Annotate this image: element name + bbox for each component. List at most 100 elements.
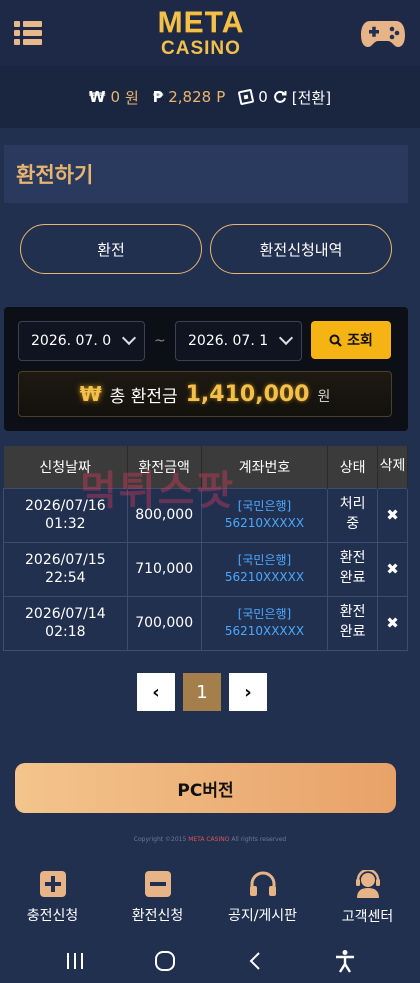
row-date-time: 01:32 xyxy=(45,516,86,532)
tab-exchange-history[interactable]: 환전신청내역 xyxy=(210,224,392,274)
menu-icon[interactable] xyxy=(14,21,42,45)
nav-support-label: 고객센터 xyxy=(341,909,394,925)
row-date-day: 2026/07/15 xyxy=(25,551,106,568)
chevron-down-icon xyxy=(121,330,137,346)
point-unit: P xyxy=(216,88,226,106)
search-button-label: 조회 xyxy=(347,333,373,349)
copyright-suffix: All rights reserved xyxy=(229,836,287,843)
total-label: 총 환전금 xyxy=(109,386,178,407)
copyright-brand: META CASINO xyxy=(188,836,230,843)
chip-icon xyxy=(237,88,255,106)
nav-deposit[interactable]: 충전신청 xyxy=(3,871,103,925)
point-balance: ₱ 2,828 P xyxy=(153,88,225,106)
chip-balance: 0 [전환] xyxy=(237,87,331,108)
total-exchange-box: ₩ 총 환전금 1,410,000 원 xyxy=(18,371,392,417)
balance-bar: ₩ 0 원 ₱ 2,828 P 0 [전환] xyxy=(0,66,420,128)
row-date-time: 02:18 xyxy=(45,624,86,640)
date-separator: ~ xyxy=(154,333,166,349)
headphones-icon xyxy=(249,871,276,896)
row-status-line2: 완료 xyxy=(339,624,366,640)
row-account-number: 56210XXXXX xyxy=(224,516,305,530)
copyright-prefix: Copyright ©2015 xyxy=(133,836,189,843)
nav-notice-label: 공지/게시판 xyxy=(227,908,298,924)
table-row: 2026/07/14 02:18 700,000 [국민은행] 56210XXX… xyxy=(3,595,408,651)
system-nav-bar xyxy=(0,938,420,983)
pagination: ‹ 1 › xyxy=(137,673,267,711)
point-symbol: ₱ xyxy=(152,88,164,106)
tab-exchange[interactable]: 환전 xyxy=(20,224,202,274)
exchange-history-table: 신청날짜 환전금액 계좌번호 상태 삭제 2026/07/16 01:32 80… xyxy=(3,446,408,651)
delete-icon[interactable]: ✖ xyxy=(386,560,399,578)
row-account: [국민은행] 56210XXXXX xyxy=(200,541,329,597)
row-status-line1: 환전 xyxy=(339,604,366,621)
row-account: [국민은행] 56210XXXXX xyxy=(200,487,329,543)
search-icon xyxy=(329,334,342,347)
nav-withdraw[interactable]: 환전신청 xyxy=(108,871,208,925)
end-date-value: 2026. 07. 1 xyxy=(188,333,269,349)
table-header-row: 신청날짜 환전금액 계좌번호 상태 삭제 xyxy=(3,446,408,488)
row-date: 2026/07/15 22:54 xyxy=(3,541,128,597)
row-date: 2026/07/14 02:18 xyxy=(3,595,128,651)
header-date: 신청날짜 xyxy=(3,446,128,488)
search-button[interactable]: 조회 xyxy=(311,321,391,359)
minus-square-icon xyxy=(144,871,171,897)
support-agent-icon xyxy=(355,870,380,898)
won-icon: ₩ xyxy=(79,382,102,406)
won-unit: 원 xyxy=(124,88,139,107)
app-header: META CASINO xyxy=(0,0,420,66)
header-account: 계좌번호 xyxy=(201,446,329,488)
row-bank: [국민은행] xyxy=(237,499,292,514)
table-row: 2026/07/16 01:32 800,000 [국민은행] 56210XXX… xyxy=(3,487,408,543)
row-account-number: 56210XXXXX xyxy=(224,624,305,638)
page-title-box: 환전하기 xyxy=(4,145,408,203)
row-status-line2: 완료 xyxy=(339,570,366,586)
chip-value: 0 xyxy=(258,88,268,106)
row-amount: 800,000 xyxy=(126,487,202,543)
nav-withdraw-label: 환전신청 xyxy=(131,908,184,924)
row-bank: [국민은행] xyxy=(237,553,292,568)
page-1-button[interactable]: 1 xyxy=(183,673,221,711)
convert-button[interactable]: [전환] xyxy=(292,87,331,108)
gamepad-icon[interactable] xyxy=(360,17,406,49)
row-account-number: 56210XXXXX xyxy=(224,570,305,584)
accessibility-icon[interactable] xyxy=(330,946,360,976)
won-value: 0 xyxy=(110,88,120,106)
row-delete: ✖ xyxy=(377,595,408,651)
row-date: 2026/07/16 01:32 xyxy=(3,487,128,543)
logo-line2: CASINO xyxy=(161,38,241,59)
header-status: 상태 xyxy=(327,446,379,488)
end-date-select[interactable]: 2026. 07. 1 xyxy=(175,321,302,361)
next-page-button[interactable]: › xyxy=(229,673,267,711)
pc-version-button[interactable]: PC버전 xyxy=(15,763,396,813)
plus-square-icon xyxy=(39,871,66,897)
table-row: 2026/07/15 22:54 710,000 [국민은행] 56210XXX… xyxy=(3,541,408,597)
row-delete: ✖ xyxy=(377,487,408,543)
home-icon[interactable] xyxy=(150,946,180,976)
start-date-select[interactable]: 2026. 07. 0 xyxy=(18,321,145,361)
row-status: 처리 중 xyxy=(327,487,379,543)
row-status-line2: 중 xyxy=(346,516,360,532)
refresh-icon[interactable] xyxy=(273,90,287,104)
delete-icon[interactable]: ✖ xyxy=(386,614,399,632)
nav-notice[interactable]: 공지/게시판 xyxy=(213,871,313,925)
row-amount: 700,000 xyxy=(126,595,202,651)
header-delete: 삭제 xyxy=(377,446,408,488)
total-unit: 원 xyxy=(317,389,331,405)
prev-page-button[interactable]: ‹ xyxy=(137,673,175,711)
row-bank: [국민은행] xyxy=(237,607,292,622)
bottom-nav: 충전신청 환전신청 공지/게시판 고객센터 xyxy=(0,858,420,938)
row-status-line1: 환전 xyxy=(339,550,366,567)
copyright: Copyright ©2015 META CASINO All rights r… xyxy=(0,836,420,843)
site-logo[interactable]: META CASINO xyxy=(158,8,245,59)
row-date-day: 2026/07/16 xyxy=(25,497,106,514)
back-icon[interactable] xyxy=(240,946,270,976)
row-delete: ✖ xyxy=(377,541,408,597)
delete-icon[interactable]: ✖ xyxy=(386,506,399,524)
row-status-line1: 처리 xyxy=(339,496,366,513)
page-title: 환전하기 xyxy=(16,163,94,187)
point-value: 2,828 xyxy=(168,88,212,106)
nav-deposit-label: 충전신청 xyxy=(26,908,79,924)
nav-support[interactable]: 고객센터 xyxy=(318,870,418,926)
won-balance: ₩ 0 원 xyxy=(89,87,139,108)
recent-apps-icon[interactable] xyxy=(60,946,90,976)
